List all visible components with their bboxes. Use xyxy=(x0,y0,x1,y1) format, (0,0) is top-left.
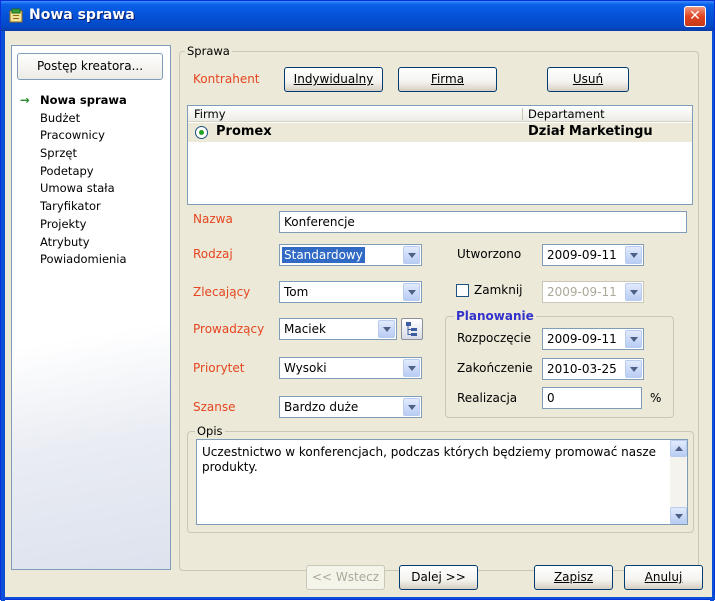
chevron-down-icon[interactable] xyxy=(403,246,420,264)
chevron-down-icon[interactable] xyxy=(625,330,642,348)
wizard-step-taryfikator[interactable]: Taryfikator xyxy=(12,198,170,216)
priorytet-select[interactable]: Wysoki xyxy=(279,357,422,379)
wizard-window: Nowa sprawa ✕ Postęp kreatora... → Nowa s… xyxy=(0,0,715,601)
firma-button[interactable]: Firma xyxy=(398,67,497,92)
column-departament[interactable]: Departament xyxy=(528,107,605,121)
wizard-step-sprzet[interactable]: Sprzęt xyxy=(12,145,170,163)
row-radio[interactable] xyxy=(195,126,208,139)
wizard-steps-list: → Nowa sprawa Budżet Pracownicy Sprzęt Po… xyxy=(12,92,170,269)
save-button[interactable]: Zapisz xyxy=(534,565,613,590)
back-button[interactable]: << Wstecz xyxy=(306,565,385,590)
close-button[interactable]: ✕ xyxy=(684,6,706,27)
usun-button[interactable]: Usuń xyxy=(547,67,629,92)
realizacja-label: Realizacja xyxy=(457,391,518,405)
chevron-down-icon[interactable] xyxy=(625,360,642,378)
wizard-progress-button[interactable]: Postęp kreatora... xyxy=(17,53,163,80)
chevron-down-icon[interactable] xyxy=(625,283,642,301)
chevron-down-icon[interactable] xyxy=(403,398,420,416)
wizard-step-powiadomienia[interactable]: Powiadomienia xyxy=(12,251,170,269)
app-icon xyxy=(9,8,23,23)
opis-text: Uczestnictwo w konferencjach, podczas kt… xyxy=(202,445,657,474)
rozpoczecie-date-picker[interactable]: 2009-09-11 xyxy=(542,328,644,350)
cancel-button[interactable]: Anuluj xyxy=(624,565,703,590)
prowadzacy-tree-button[interactable] xyxy=(401,318,423,340)
chevron-down-icon[interactable] xyxy=(378,320,395,338)
column-firmy[interactable]: Firmy xyxy=(194,107,226,121)
kontrahent-label: Kontrahent xyxy=(193,72,260,86)
wizard-step-budzet[interactable]: Budżet xyxy=(12,110,170,128)
prowadzacy-select[interactable]: Maciek xyxy=(279,318,397,340)
close-icon: ✕ xyxy=(689,8,701,24)
zakonczenie-date-picker[interactable]: 2010-03-25 xyxy=(542,358,644,380)
wizard-step-nowa-sprawa[interactable]: → Nowa sprawa xyxy=(12,92,170,110)
wizard-step-projekty[interactable]: Projekty xyxy=(12,216,170,234)
szanse-select[interactable]: Bardzo duże xyxy=(279,396,422,418)
zlecajacy-label: Zlecający xyxy=(193,285,251,299)
zamknij-label: Zamknij xyxy=(474,283,523,297)
rodzaj-label: Rodzaj xyxy=(193,247,233,261)
priorytet-label: Priorytet xyxy=(193,361,245,375)
opis-legend: Opis xyxy=(195,424,225,438)
rodzaj-select[interactable]: Standardowy xyxy=(279,244,422,266)
szanse-label: Szanse xyxy=(193,400,236,414)
departament-cell: Dział Marketingu xyxy=(528,124,653,139)
utworzono-date-picker[interactable]: 2009-09-11 xyxy=(542,244,644,266)
window-title: Nowa sprawa xyxy=(29,7,135,23)
chevron-down-icon[interactable] xyxy=(625,246,642,264)
firms-list[interactable]: Firmy Departament Promex Dział Marketing… xyxy=(187,105,693,205)
percent-label: % xyxy=(650,391,662,405)
firms-list-header: Firmy Departament xyxy=(188,106,692,122)
scroll-down-icon[interactable] xyxy=(670,507,687,524)
zamknij-date-picker[interactable]: 2009-09-11 xyxy=(542,281,644,303)
planowanie-legend: Planowanie xyxy=(454,309,536,323)
utworzono-label: Utworzono xyxy=(457,247,522,261)
nazwa-label: Nazwa xyxy=(193,212,233,226)
nazwa-input[interactable]: Konferencje xyxy=(279,211,687,233)
zamknij-checkbox[interactable] xyxy=(456,284,469,297)
wizard-step-podetapy[interactable]: Podetapy xyxy=(12,163,170,181)
wizard-step-umowa-stala[interactable]: Umowa stała xyxy=(12,180,170,198)
dialog-content: Postęp kreatora... → Nowa sprawa Budżet P… xyxy=(5,31,712,597)
prowadzacy-label: Prowadzący xyxy=(193,322,265,336)
arrow-right-icon: → xyxy=(20,93,30,107)
firma-cell: Promex xyxy=(216,124,272,139)
zlecajacy-select[interactable]: Tom xyxy=(279,281,422,303)
column-separator xyxy=(522,108,523,120)
zakonczenie-label: Zakończenie xyxy=(457,361,533,375)
opis-scrollbar[interactable] xyxy=(670,440,687,524)
rozpoczecie-label: Rozpoczęcie xyxy=(457,331,531,345)
realizacja-input[interactable]: 0 xyxy=(542,387,642,409)
wizard-step-pracownicy[interactable]: Pracownicy xyxy=(12,127,170,145)
opis-textarea[interactable]: Uczestnictwo w konferencjach, podczas kt… xyxy=(196,439,688,525)
chevron-down-icon[interactable] xyxy=(403,283,420,301)
chevron-down-icon[interactable] xyxy=(403,359,420,377)
indywidualny-button[interactable]: Indywidualny xyxy=(284,67,383,92)
tree-icon xyxy=(406,322,417,336)
next-button[interactable]: Dalej >> xyxy=(399,565,478,590)
table-row[interactable]: Promex Dział Marketingu xyxy=(188,123,692,142)
scroll-up-icon[interactable] xyxy=(670,440,687,457)
wizard-steps-panel: Postęp kreatora... → Nowa sprawa Budżet P… xyxy=(11,45,171,570)
wizard-step-atrybuty[interactable]: Atrybuty xyxy=(12,234,170,252)
sprawa-legend: Sprawa xyxy=(185,44,232,58)
title-bar[interactable]: Nowa sprawa ✕ xyxy=(1,1,714,31)
